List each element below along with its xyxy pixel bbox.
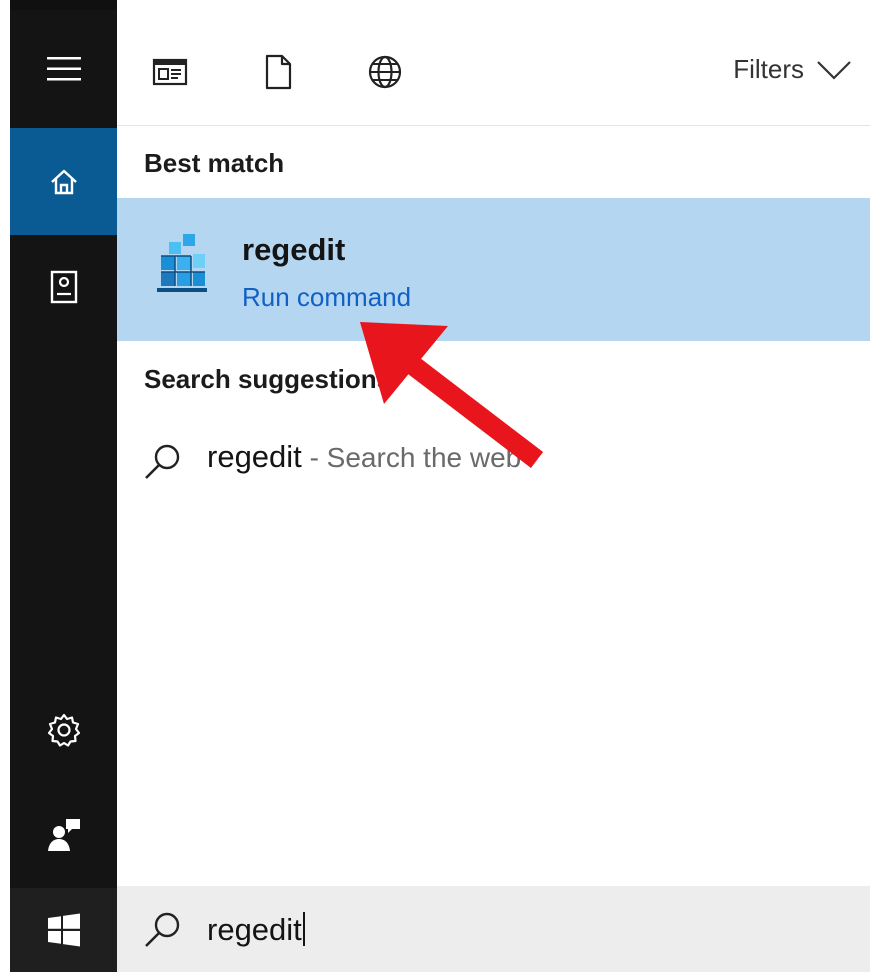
- rail-top-edge: [10, 0, 117, 10]
- document-icon: [265, 54, 292, 90]
- documents-icon: [50, 270, 77, 303]
- search-suggestions-heading: Search suggestions: [144, 364, 392, 394]
- desktop-strip: [0, 0, 870, 10]
- search-input-value: regedit: [207, 912, 302, 947]
- filters-dropdown[interactable]: Filters: [733, 54, 852, 85]
- search-scope-toolbar: Filters: [117, 10, 870, 126]
- search-results-panel: Filters Best match regedit Run command S…: [117, 10, 870, 972]
- search-box[interactable]: regedit: [117, 886, 870, 972]
- feedback-icon: [47, 819, 80, 851]
- search-icon: [145, 444, 180, 479]
- web-globe-icon: [368, 55, 402, 89]
- documents-scope-button[interactable]: [258, 52, 298, 92]
- settings-icon: [47, 713, 80, 747]
- best-match-heading: Best match: [144, 148, 285, 178]
- web-scope-button[interactable]: [365, 52, 405, 92]
- best-match-subtitle: Run command: [242, 282, 412, 312]
- filters-label: Filters: [733, 54, 804, 84]
- menu-button[interactable]: [10, 10, 117, 128]
- feedback-button[interactable]: [10, 790, 117, 880]
- home-button[interactable]: [10, 128, 117, 235]
- best-match-title: regedit: [242, 232, 346, 267]
- suggestion-term: regedit: [207, 439, 302, 474]
- chevron-down-icon: [817, 60, 851, 80]
- apps-icon: [152, 58, 188, 86]
- home-icon: [50, 169, 77, 194]
- text-caret: [302, 912, 305, 946]
- menu-icon: [46, 57, 81, 81]
- start-button[interactable]: [10, 888, 117, 972]
- registry-editor-icon: [157, 234, 207, 292]
- windows-start-icon: [47, 913, 80, 947]
- apps-scope-button[interactable]: [150, 52, 190, 92]
- settings-button[interactable]: [10, 690, 117, 770]
- best-match-result[interactable]: regedit Run command: [117, 198, 870, 341]
- search-icon: [145, 912, 180, 947]
- start-left-rail: [10, 10, 117, 972]
- suggestion-web-hint: - Search the web: [301, 442, 522, 473]
- suggestion-item[interactable]: regedit - Search the web: [117, 430, 870, 490]
- documents-button[interactable]: [10, 235, 117, 340]
